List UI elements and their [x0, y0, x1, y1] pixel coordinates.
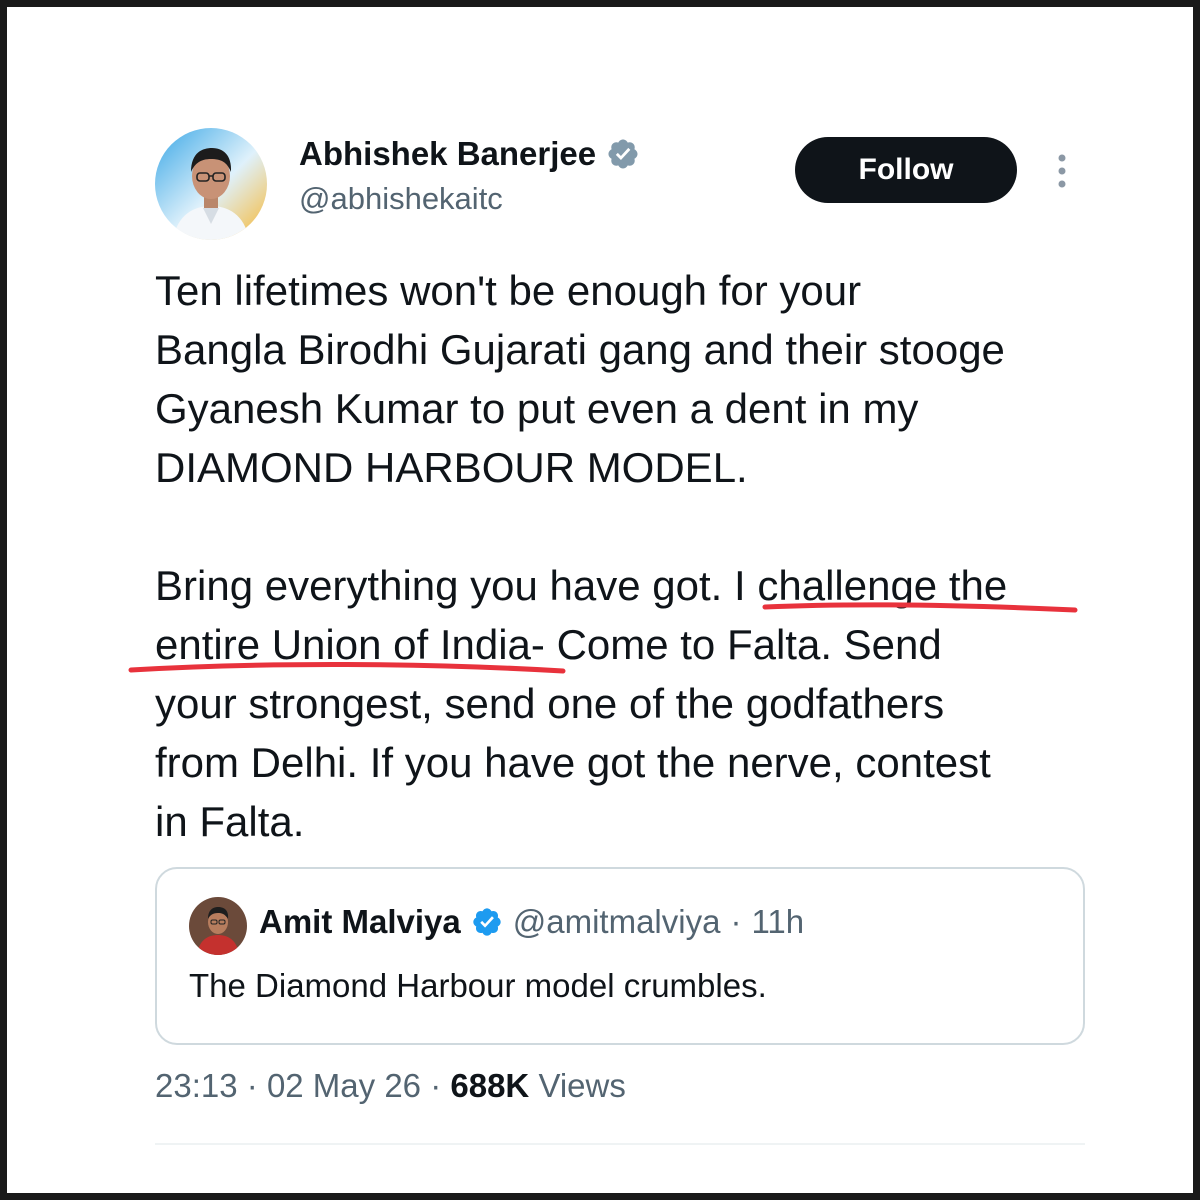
quoted-header: Amit Malviya @amitmalviya · 11h — [259, 903, 804, 941]
tweet-time[interactable]: 23:13 — [155, 1067, 238, 1104]
vertical-ellipsis-icon — [1058, 154, 1066, 188]
tweet-line: Ten lifetimes won't be enough for your — [155, 267, 862, 314]
author-name[interactable]: Abhishek Banerjee — [299, 135, 596, 173]
author-avatar[interactable] — [155, 128, 267, 240]
tweet-line: in Falta. — [155, 798, 305, 845]
quoted-avatar-image — [189, 897, 247, 955]
author-handle[interactable]: @abhishekaitc — [299, 181, 503, 217]
tweet-meta: 23:13 · 02 May 26 · 688K Views — [155, 1067, 626, 1105]
quoted-age[interactable]: 11h — [751, 903, 804, 941]
tweet-line: Gyanesh Kumar to put even a dent in my — [155, 385, 919, 432]
follow-button[interactable]: Follow — [795, 137, 1017, 203]
author-name-row[interactable]: Abhishek Banerjee — [299, 135, 640, 173]
quoted-author-avatar[interactable] — [189, 897, 247, 955]
tweet-line: DIAMOND HARBOUR MODEL. — [155, 444, 748, 491]
verified-badge-icon — [473, 908, 501, 936]
tweet-line: from Delhi. If you have got the nerve, c… — [155, 739, 991, 786]
quoted-author-name[interactable]: Amit Malviya — [259, 903, 461, 941]
author-avatar-image — [155, 128, 267, 240]
views-label: Views — [538, 1067, 626, 1104]
verified-badge-icon — [608, 139, 638, 169]
tweet-line: Bangla Birodhi Gujarati gang and their s… — [155, 326, 1005, 373]
tweet-date[interactable]: 02 May 26 — [267, 1067, 421, 1104]
meta-separator: · — [246, 1067, 258, 1104]
divider — [155, 1143, 1085, 1145]
quoted-author-handle[interactable]: @amitmalviya — [513, 903, 721, 941]
meta-separator: · — [430, 1067, 442, 1104]
tweet-line: Bring everything you have got. I challen… — [155, 562, 1008, 609]
tweet-line: entire Union of India- Come to Falta. Se… — [155, 621, 942, 668]
views-count[interactable]: 688K — [450, 1067, 529, 1104]
more-options-button[interactable] — [1047, 152, 1077, 192]
quoted-tweet[interactable]: Amit Malviya @amitmalviya · 11h The Diam… — [155, 867, 1085, 1045]
tweet-text: Ten lifetimes won't be enough for your B… — [155, 261, 1115, 851]
quoted-separator: · — [730, 903, 742, 940]
tweet-card: Abhishek Banerjee @abhishekaitc Follow T… — [7, 7, 1193, 1193]
tweet-line: your strongest, send one of the godfathe… — [155, 680, 945, 727]
quoted-text: The Diamond Harbour model crumbles. — [189, 967, 767, 1004]
